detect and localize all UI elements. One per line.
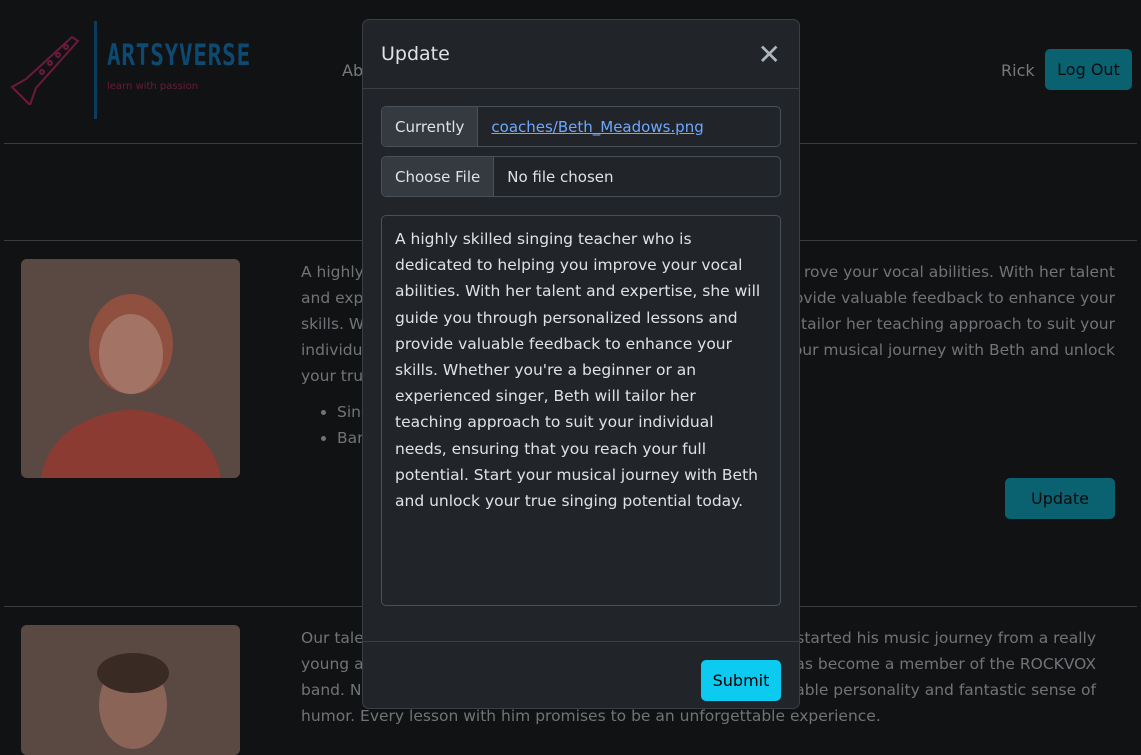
brand-tagline: learn with passion [107, 81, 199, 92]
modal-footer-divider [363, 641, 799, 642]
current-file-group: Currently coaches/Beth_Meadows.png [381, 106, 781, 147]
brand-name: ARTSYVERSE [107, 38, 251, 72]
close-icon[interactable]: ✕ [758, 38, 781, 71]
file-input[interactable]: Choose File No file chosen [381, 156, 781, 197]
bio-line: l tailor her teaching approach to suit y… [791, 315, 1115, 333]
bio-line: e started his music journey from a reall… [781, 629, 1096, 647]
bio-line: miable personality and fantastic sense o… [775, 681, 1096, 699]
description-textarea[interactable]: A highly skilled singing teacher who is … [381, 215, 781, 606]
bio-line: provide valuable feedback to enhance you… [777, 289, 1115, 307]
current-file-link[interactable]: coaches/Beth_Meadows.png [478, 107, 716, 146]
clarinet-logo-icon [10, 35, 80, 105]
choose-file-button[interactable]: Choose File [382, 157, 495, 196]
submit-button[interactable]: Submit [701, 660, 781, 701]
modal-title: Update [381, 43, 450, 65]
logo-divider [94, 21, 97, 119]
nav-user[interactable]: Rick [1001, 61, 1035, 80]
nav-about[interactable]: Ab [342, 61, 363, 80]
coach-photo [21, 625, 240, 755]
update-modal: Update ✕ Currently coaches/Beth_Meadows.… [362, 19, 800, 709]
logout-button[interactable]: Log Out [1045, 49, 1132, 90]
bio-line: rove your vocal abilities. With her tale… [803, 263, 1115, 281]
file-status: No file chosen [507, 167, 614, 186]
update-button[interactable]: Update [1005, 478, 1115, 519]
coach-photo [21, 259, 240, 478]
modal-header: Update ✕ [363, 20, 799, 89]
current-label: Currently [382, 107, 479, 146]
bio-line: has become a member of the ROCKVOX [785, 655, 1096, 673]
bio-line: our musical journey with Beth and unlock [792, 341, 1115, 359]
